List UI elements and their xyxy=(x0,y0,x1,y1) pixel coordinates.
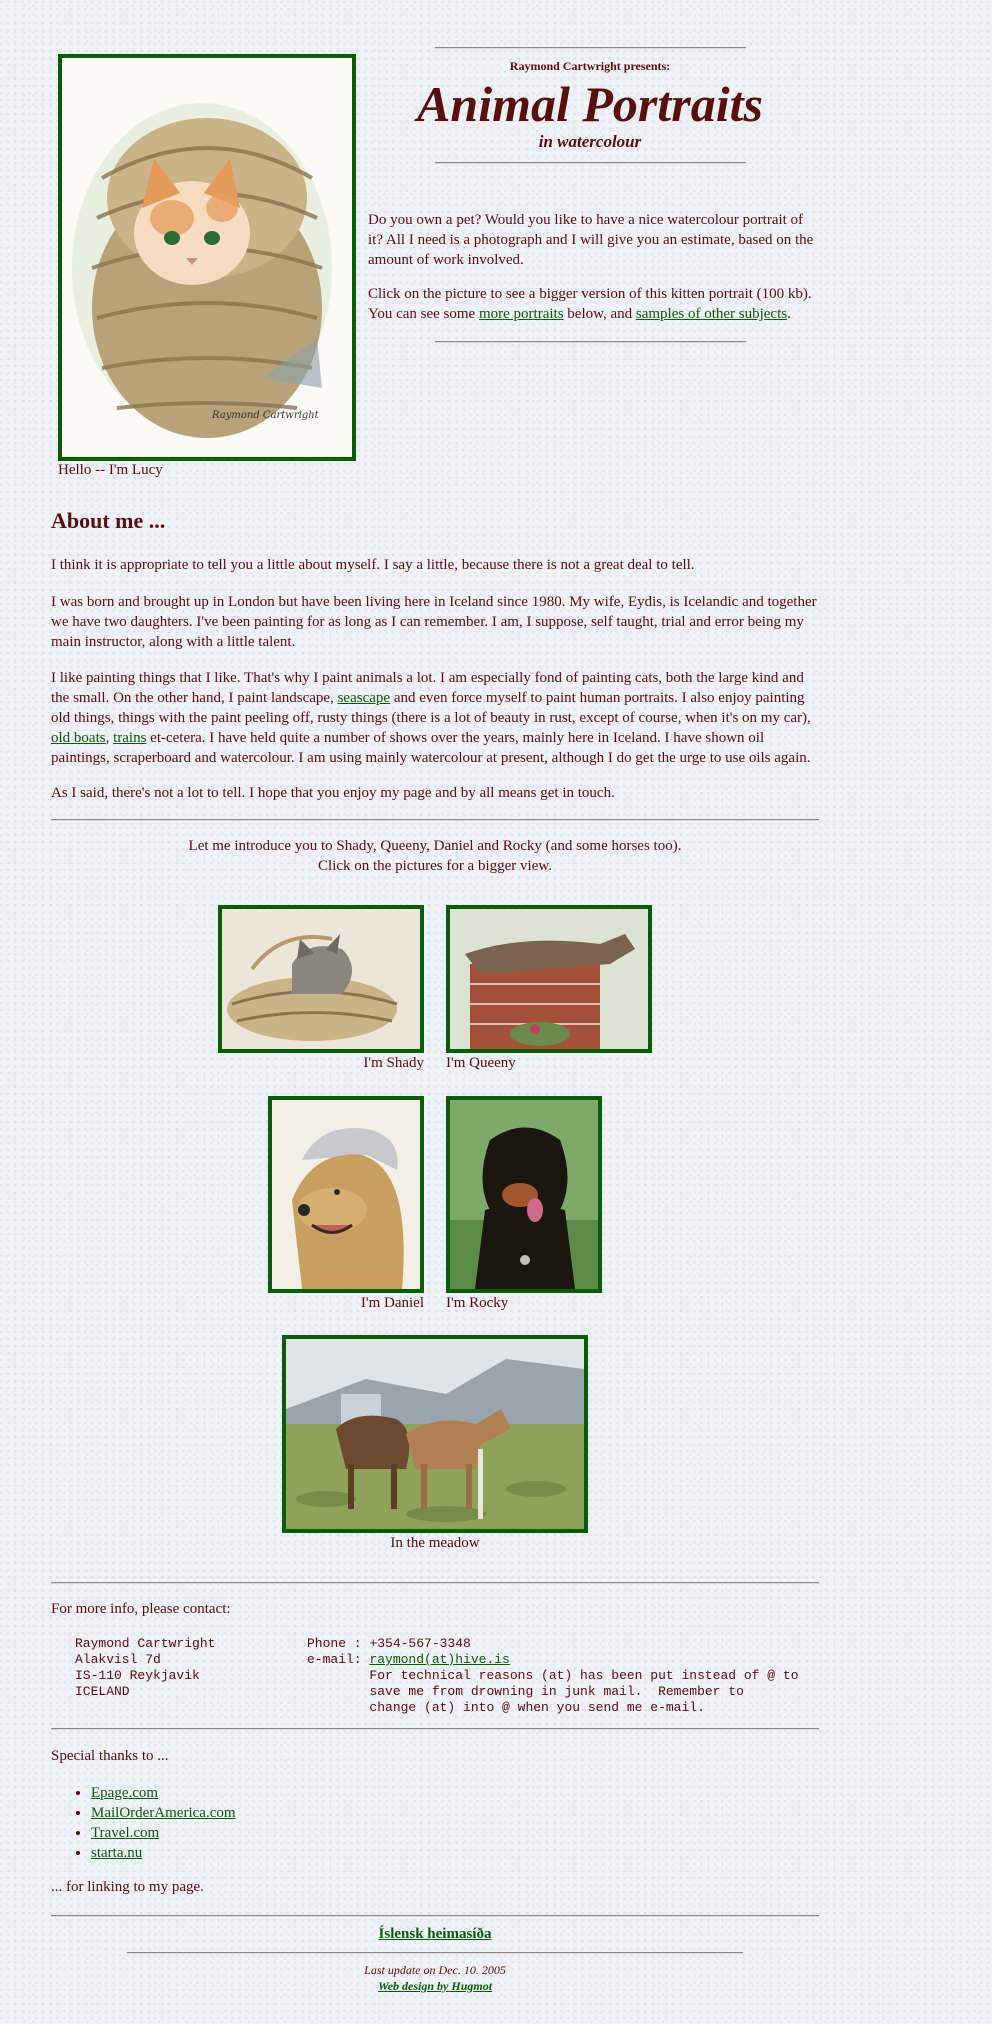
about-heading: About me ... xyxy=(51,508,166,533)
intro-text-c: . xyxy=(787,306,791,322)
thanks-heading: Special thanks to ... xyxy=(51,1748,169,1764)
lucy-caption: Hello -- I'm Lucy xyxy=(58,462,163,478)
queeny-portrait-link[interactable] xyxy=(446,905,652,1053)
list-item: starta.nu xyxy=(91,1843,236,1863)
email-note-3: change (at) into @ when you send me e-ma… xyxy=(369,1700,705,1715)
header-rule-top xyxy=(435,47,746,49)
horses-in-meadow-image xyxy=(286,1339,584,1529)
web-design-credit: Web design by Hugmot xyxy=(51,1979,819,1994)
contact-rule xyxy=(51,1728,819,1730)
meadow-portrait-link[interactable] xyxy=(282,1335,588,1533)
contact-details: Phone : +354-567-3348 e-mail: raymond(at… xyxy=(307,1636,799,1716)
contact-name: Raymond Cartwright xyxy=(75,1636,216,1651)
about-paragraph-2: I was born and brought up in London but … xyxy=(51,594,817,650)
contact-street: Alakvisl 7d xyxy=(75,1652,161,1667)
daniel-caption: I'm Daniel xyxy=(360,1295,424,1311)
shady-portrait-link[interactable] xyxy=(218,905,424,1053)
thanks-rule xyxy=(51,1915,819,1917)
old-boats-link[interactable]: old boats xyxy=(51,730,106,746)
footer-icelandic: Íslensk heimasíða xyxy=(51,1926,819,1943)
kitten-in-basket-image: Raymond Cartwright xyxy=(62,58,352,457)
daniel-portrait-link[interactable] xyxy=(268,1096,424,1293)
intro-rule xyxy=(435,341,746,343)
shady-cat-image xyxy=(222,909,420,1049)
travel-link[interactable]: Travel.com xyxy=(91,1825,159,1841)
about-paragraph-3: I like painting things that I like. That… xyxy=(51,668,817,768)
page-title: Animal Portraits xyxy=(417,76,763,132)
about-p3-text-d: et-cetera. I have held quite a number of… xyxy=(51,730,811,766)
last-update: Last update on Dec. 10. 2005 xyxy=(364,1963,506,1977)
list-item: Epage.com xyxy=(91,1783,236,1803)
rocky-caption: I'm Rocky xyxy=(446,1295,509,1311)
queeny-caption: I'm Queeny xyxy=(446,1055,516,1071)
queeny-cat-image xyxy=(450,909,648,1049)
epage-link[interactable]: Epage.com xyxy=(91,1785,158,1801)
about-paragraph-4: As I said, there's not a lot to tell. I … xyxy=(51,785,615,801)
gallery-intro-2: Click on the pictures for a bigger view. xyxy=(318,858,552,874)
phone-label: Phone : xyxy=(307,1636,370,1651)
rocky-portrait-link[interactable] xyxy=(446,1096,602,1293)
lucy-portrait-link[interactable]: Raymond Cartwright xyxy=(58,54,356,461)
daniel-dog-image xyxy=(272,1100,420,1289)
svg-text:Raymond Cartwright: Raymond Cartwright xyxy=(211,410,320,421)
gallery-intro-1: Let me introduce you to Shady, Queeny, D… xyxy=(188,838,682,854)
web-design-link[interactable]: Web design by Hugmot xyxy=(378,1979,492,1993)
more-portraits-link[interactable]: more portraits xyxy=(479,306,564,322)
thanks-footer: ... for linking to my page. xyxy=(51,1879,204,1895)
list-item: MailOrderAmerica.com xyxy=(91,1803,236,1823)
rocky-dog-image xyxy=(450,1100,598,1289)
header-rule-bottom xyxy=(435,162,746,164)
contact-address: Raymond Cartwright Alakvisl 7d IS-110 Re… xyxy=(75,1636,215,1700)
intro-paragraph-1: Do you own a pet? Would you like to have… xyxy=(368,212,814,268)
phone-number: +354-567-3348 xyxy=(369,1636,471,1651)
mailorderamerica-link[interactable]: MailOrderAmerica.com xyxy=(91,1805,236,1821)
email-note-2: save me from drowning in junk mail. Reme… xyxy=(369,1684,744,1699)
presenter-line: Raymond Cartwright presents: xyxy=(509,59,671,73)
samples-other-subjects-link[interactable]: samples of other subjects xyxy=(636,306,787,322)
meadow-caption: In the meadow xyxy=(390,1535,480,1551)
email-link[interactable]: raymond(at)hive.is xyxy=(369,1652,509,1667)
gallery-rule xyxy=(51,1582,819,1584)
about-paragraph-1: I think it is appropriate to tell you a … xyxy=(51,557,695,573)
shady-caption: I'm Shady xyxy=(363,1055,424,1071)
email-label: e-mail: xyxy=(307,1652,370,1667)
contact-city: IS-110 Reykjavik xyxy=(75,1668,200,1683)
footer-rule xyxy=(127,1952,743,1954)
seascape-link[interactable]: seascape xyxy=(338,690,390,706)
list-item: Travel.com xyxy=(91,1823,236,1843)
starta-link[interactable]: starta.nu xyxy=(91,1845,142,1861)
intro-paragraph-2: Click on the picture to see a bigger ver… xyxy=(368,284,816,324)
about-rule xyxy=(51,819,819,821)
icelandic-homepage-link[interactable]: Íslensk heimasíða xyxy=(379,1926,492,1942)
contact-heading: For more info, please contact: xyxy=(51,1601,231,1617)
contact-country: ICELAND xyxy=(75,1684,130,1699)
trains-link[interactable]: trains xyxy=(113,730,146,746)
thanks-list: Epage.com MailOrderAmerica.com Travel.co… xyxy=(51,1783,236,1863)
intro-text-b: below, and xyxy=(563,306,636,322)
page-subtitle: in watercolour xyxy=(538,132,642,151)
email-note-1: For technical reasons (at) has been put … xyxy=(369,1668,799,1683)
about-p3-text-c: , xyxy=(105,730,114,746)
